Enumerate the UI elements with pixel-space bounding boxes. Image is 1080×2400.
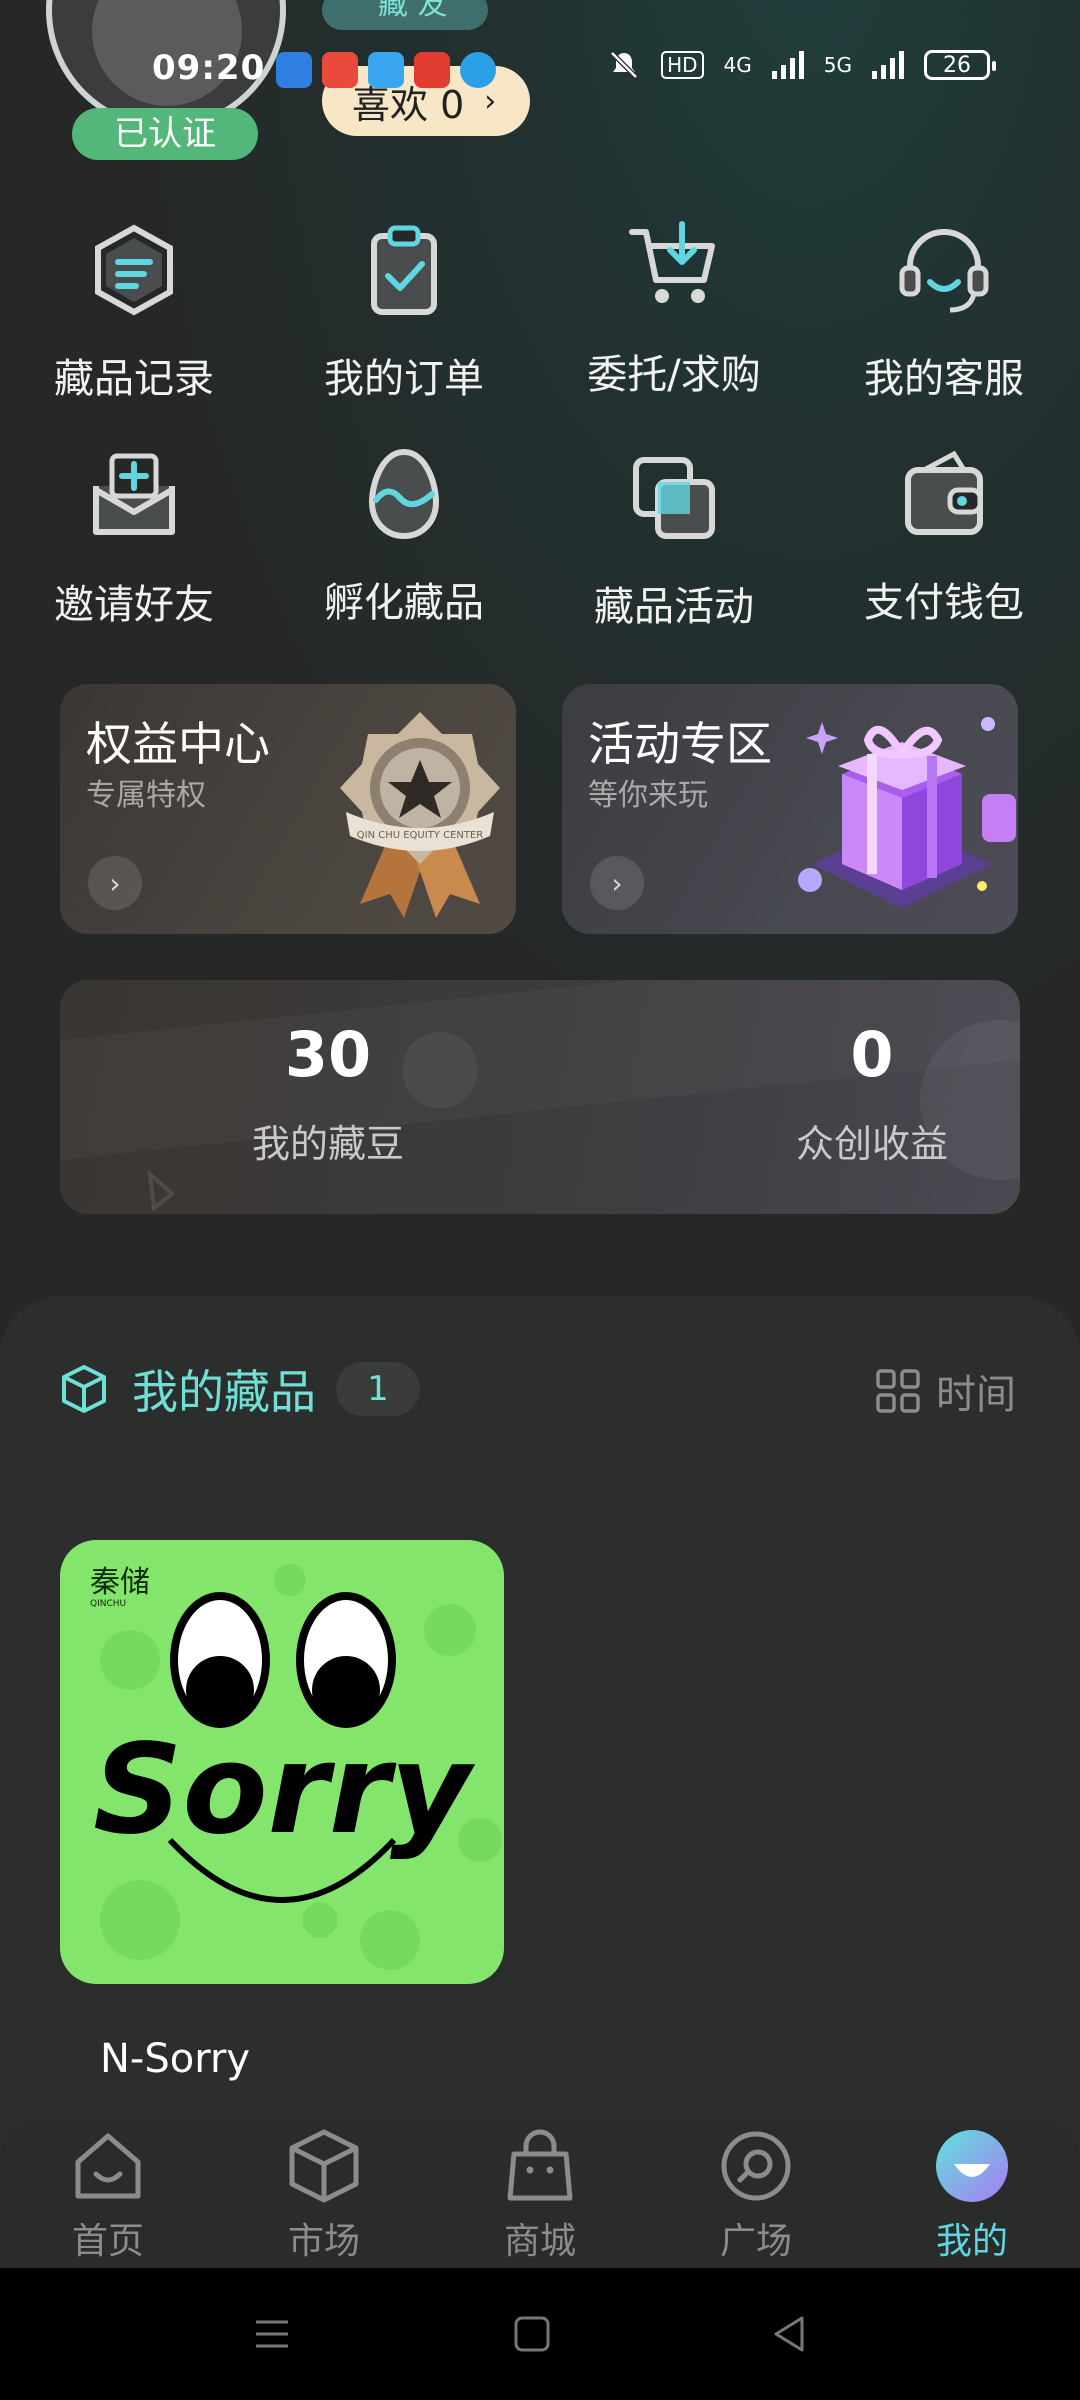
network-5g: 5G — [823, 53, 852, 77]
invite-envelope-icon — [93, 453, 175, 535]
shopping-bag-icon — [507, 2129, 573, 2201]
status-bar: 09:20 HD 4G 5G 26 — [0, 40, 1080, 100]
app-notification-icon — [276, 52, 312, 88]
verified-badge: 已认证 — [72, 108, 258, 160]
nav-label: 首页 — [71, 2221, 144, 2262]
medal-icon: QIN CHU EQUITY CENTER — [340, 712, 500, 918]
signal-icon — [872, 51, 904, 79]
battery-indicator: 26 — [924, 50, 996, 80]
collection-title: 我的藏品 — [132, 1365, 316, 1419]
member-tag: 藏 友 — [322, 0, 488, 30]
menu-lines-icon[interactable] — [252, 2314, 292, 2354]
sorry-artwork: Sorry 秦储 QINCHU — [90, 1564, 502, 1970]
menu-label: 孵化藏品 — [324, 580, 484, 626]
menu-my-orders[interactable]: 我的订单 — [284, 220, 524, 404]
chevron-right-icon[interactable]: › — [88, 856, 142, 910]
signal-icon — [771, 51, 804, 79]
brand-logo-text: 秦储 — [90, 1565, 150, 1600]
stat-label: 众创收益 — [795, 1122, 948, 1166]
app-notification-icon — [322, 52, 358, 88]
nav-label: 我的 — [935, 2221, 1008, 2262]
sort-button[interactable]: 时间 — [876, 1362, 1016, 1420]
collection-item-card[interactable]: Sorry 秦储 QINCHU — [60, 1540, 504, 1984]
status-indicators: HD 4G 5G 26 — [607, 48, 996, 82]
member-tag-label: 藏 友 — [378, 0, 448, 22]
profile-face-icon — [936, 2130, 1008, 2202]
order-clipboard-icon — [371, 225, 437, 315]
egg-icon — [368, 448, 440, 540]
collection-header: 我的藏品 1 — [58, 1356, 420, 1422]
status-time: 09:20 — [152, 48, 266, 88]
gift-box-icon — [798, 717, 1016, 908]
card-subtitle: 等你来玩 — [588, 778, 708, 813]
system-nav-bar — [0, 2268, 1080, 2400]
nav-home[interactable]: 首页 — [0, 2124, 216, 2264]
home-square-icon[interactable] — [512, 2314, 552, 2354]
stat-value: 0 — [850, 1018, 894, 1091]
menu-consign-purchase[interactable]: 委托/求购 — [554, 216, 794, 400]
menu-label: 支付钱包 — [864, 580, 1024, 626]
nav-square[interactable]: 广场 — [648, 2124, 864, 2264]
battery-level: 26 — [943, 52, 971, 78]
stat-earnings[interactable]: 0 众创收益 — [722, 1018, 1020, 1168]
nav-label: 市场 — [287, 2221, 360, 2262]
artwork-text: Sorry — [93, 1718, 476, 1862]
menu-customer-service[interactable]: 我的客服 — [824, 220, 1064, 404]
medal-ribbon-text: QIN CHU EQUITY CENTER — [357, 830, 484, 841]
menu-label: 邀请好友 — [54, 582, 214, 628]
nav-market[interactable]: 市场 — [216, 2124, 432, 2264]
menu-label: 我的客服 — [864, 356, 1024, 402]
stat-label: 我的藏豆 — [251, 1122, 404, 1166]
menu-label: 藏品记录 — [54, 356, 214, 402]
menu-label: 我的订单 — [324, 356, 484, 402]
menu-invite-friends[interactable]: 邀请好友 — [14, 446, 254, 630]
collection-record-icon — [95, 224, 173, 316]
nav-label: 广场 — [719, 2221, 792, 2262]
menu-activities[interactable]: 藏品活动 — [554, 448, 794, 632]
qq-icon — [460, 52, 496, 88]
wallet-icon — [905, 450, 983, 535]
home-icon — [75, 2133, 141, 2199]
collection-count: 1 — [336, 1362, 420, 1416]
cart-icon — [629, 221, 715, 303]
brand-logo-subtext: QINCHU — [90, 1599, 126, 1609]
sort-label: 时间 — [936, 1372, 1016, 1418]
menu-label: 委托/求购 — [587, 352, 761, 398]
activity-zone-card[interactable]: 活动专区 等你来玩 › — [562, 684, 1018, 934]
cube-icon — [289, 2129, 359, 2203]
menu-incubate[interactable]: 孵化藏品 — [284, 444, 524, 628]
headset-icon — [899, 229, 989, 313]
hd-indicator: HD — [661, 51, 704, 79]
video-app-icon — [414, 52, 450, 88]
app-notification-icon — [368, 52, 404, 88]
stat-beans[interactable]: 30 我的藏豆 — [178, 1018, 478, 1168]
network-4g: 4G — [723, 53, 752, 77]
back-triangle-icon[interactable] — [770, 2314, 810, 2354]
stat-value: 30 — [284, 1018, 372, 1091]
cube-icon — [62, 1365, 106, 1413]
chat-bubble-icon — [721, 2131, 791, 2201]
menu-label: 藏品活动 — [594, 584, 754, 630]
card-title: 活动专区 — [588, 717, 772, 771]
nav-shop[interactable]: 商城 — [432, 2124, 648, 2264]
stats-panel: 30 我的藏豆 0 众创收益 — [60, 980, 1020, 1214]
activity-squares-icon — [633, 457, 715, 539]
notification-icons — [276, 52, 496, 88]
nav-mine[interactable]: 我的 — [864, 2124, 1080, 2264]
card-title: 权益中心 — [86, 717, 270, 771]
mute-bell-icon — [610, 51, 638, 79]
card-subtitle: 专属特权 — [86, 778, 206, 813]
chevron-right-icon[interactable]: › — [590, 856, 644, 910]
grid-icon — [876, 1369, 920, 1413]
nav-label: 商城 — [503, 2221, 576, 2262]
benefits-center-card[interactable]: 权益中心 专属特权 › QIN CHU EQUITY CENTER — [60, 684, 516, 934]
collection-item-name: N-Sorry — [100, 2036, 251, 2082]
menu-wallet[interactable]: 支付钱包 — [824, 444, 1064, 628]
menu-collection-record[interactable]: 藏品记录 — [14, 220, 254, 404]
